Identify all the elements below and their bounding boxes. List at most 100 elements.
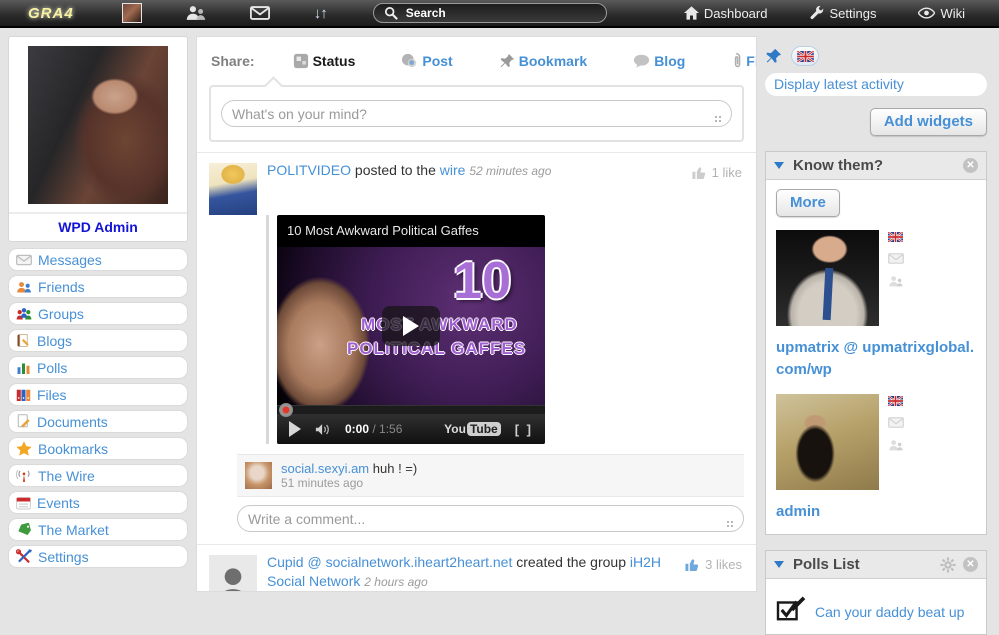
add-friend-icon[interactable] xyxy=(888,439,904,451)
pushpin-icon[interactable] xyxy=(765,48,782,65)
nav-wiki[interactable]: Wiki xyxy=(918,6,965,21)
tab-blog[interactable]: Blog xyxy=(633,52,685,69)
paperclip-icon xyxy=(731,52,742,69)
avatar[interactable] xyxy=(209,555,257,591)
author-link[interactable]: Cupid @ socialnetwork.iheart2heart.net xyxy=(267,554,512,570)
nav-settings-label: Settings xyxy=(829,5,877,21)
display-latest-activity[interactable]: Display latest activity xyxy=(765,73,987,96)
sidebar-item-messages[interactable]: Messages xyxy=(8,248,188,271)
sidebar-item-friends[interactable]: Friends xyxy=(8,275,188,298)
feed-item-text: POLITVIDEO posted to the wire 52 minutes… xyxy=(267,161,744,180)
current-time: 0:00 xyxy=(345,422,370,436)
scrubber-handle[interactable] xyxy=(279,403,293,417)
profile-name-link[interactable]: upmatrix @ upmatrixglobal.com/wp xyxy=(776,337,976,381)
tab-post[interactable]: Post xyxy=(401,52,453,69)
resize-grip[interactable] xyxy=(725,515,733,523)
sidebar-item-groups[interactable]: Groups xyxy=(8,302,188,325)
add-friend-icon[interactable] xyxy=(888,275,904,287)
progress-bar[interactable] xyxy=(277,403,545,417)
tab-label: Blog xyxy=(654,52,686,69)
feed-item-cupid: Cupid @ socialnetwork.iheart2heart.net c… xyxy=(197,545,756,591)
poll-link[interactable]: Can your daddy beat up xyxy=(815,596,964,620)
site-logo[interactable]: GRA4 xyxy=(28,5,74,22)
target-link[interactable]: wire xyxy=(440,162,466,178)
sidebar-item-label: Blogs xyxy=(37,332,73,349)
comment-avatar[interactable] xyxy=(245,462,272,489)
search-input[interactable]: Search xyxy=(372,3,607,23)
friends-nav-button[interactable] xyxy=(186,5,206,21)
sidebar-item-bookmarks[interactable]: Bookmarks xyxy=(8,437,188,460)
messages-nav-button[interactable] xyxy=(249,6,270,20)
navbar-avatar[interactable] xyxy=(121,3,142,23)
profile-photo[interactable] xyxy=(776,393,879,490)
comment: social.sexyi.am huh ! =) 51 minutes ago xyxy=(237,454,744,497)
suggested-profile xyxy=(776,393,976,490)
gear-icon[interactable] xyxy=(940,557,956,573)
sidebar-item-documents[interactable]: Documents xyxy=(8,410,188,433)
widget-know-them: Know them? ✕ More upmatrix @ upmatrixglo… xyxy=(765,151,987,536)
play-button[interactable] xyxy=(382,306,440,346)
profile-photo[interactable] xyxy=(776,230,879,326)
sidebar-item-polls[interactable]: Polls xyxy=(8,356,188,379)
video-title[interactable]: 10 Most Awkward Political Gaffes xyxy=(277,215,545,247)
profile-photo[interactable] xyxy=(28,46,168,204)
resize-grip[interactable] xyxy=(713,110,721,118)
profile-name[interactable]: WPD Admin xyxy=(9,212,187,241)
youtube-logo[interactable]: You Tube xyxy=(444,422,501,436)
nav-wiki-label: Wiki xyxy=(940,5,965,21)
tab-bookmark[interactable]: Bookmark xyxy=(499,52,587,69)
feed-item-politvideo: POLITVIDEO posted to the wire 52 minutes… xyxy=(197,153,756,544)
sidebar-item-blogs[interactable]: Blogs xyxy=(8,329,188,352)
video-player[interactable]: 10 Most Awkward Political Gaffes 10 MOST… xyxy=(277,215,545,444)
nav-settings[interactable]: Settings xyxy=(809,5,877,21)
fullscreen-icon[interactable]: [ ] xyxy=(515,422,533,437)
close-icon[interactable]: ✕ xyxy=(963,158,978,173)
duration: / 1:56 xyxy=(372,422,403,436)
control-play-icon[interactable] xyxy=(289,421,301,437)
status-input[interactable]: What's on your mind? xyxy=(221,100,732,127)
avatar[interactable] xyxy=(209,163,257,215)
nav-dashboard[interactable]: Dashboard xyxy=(683,6,767,21)
like-counter[interactable]: 3 likes xyxy=(684,557,742,572)
timestamp: 52 minutes ago xyxy=(469,164,552,178)
search-placeholder: Search xyxy=(405,6,446,20)
send-message-icon[interactable] xyxy=(888,253,904,264)
sidebar-item-the-market[interactable]: The Market xyxy=(8,518,188,541)
add-widgets-row: Add widgets xyxy=(765,108,987,136)
activity-nav-button[interactable]: ↓↑ xyxy=(313,4,328,22)
sidebar-item-files[interactable]: Files xyxy=(8,383,188,406)
close-icon[interactable]: ✕ xyxy=(963,557,978,573)
mail-icon xyxy=(249,6,270,20)
language-flag-button[interactable] xyxy=(791,46,819,66)
widget-header: Polls List ✕ xyxy=(766,551,986,580)
share-label: Share: xyxy=(211,52,255,69)
collapse-icon[interactable] xyxy=(774,162,784,169)
sort-arrows-icon: ↓↑ xyxy=(313,4,328,22)
comment-author-link[interactable]: social.sexyi.am xyxy=(281,461,369,476)
top-navbar: GRA4 ↓↑ Search Dashboard Settings Wiki xyxy=(0,0,999,28)
sidebar-item-events[interactable]: Events xyxy=(8,491,188,514)
profile-name-link[interactable]: admin xyxy=(776,501,976,523)
uk-flag-icon xyxy=(888,232,904,242)
tab-file[interactable]: File xyxy=(731,52,756,69)
volume-icon[interactable] xyxy=(315,423,331,436)
video-thumbnail[interactable]: 10 MOST AWKWARD POLITICAL GAFFES xyxy=(277,247,545,405)
comment-body: social.sexyi.am huh ! =) 51 minutes ago xyxy=(281,461,736,490)
collapse-icon[interactable] xyxy=(774,561,784,569)
left-sidebar: WPD Admin Messages Friends Groups Blogs … xyxy=(8,36,188,568)
speech-bubble-icon xyxy=(633,54,650,68)
author-link[interactable]: POLITVIDEO xyxy=(267,162,351,178)
more-button[interactable]: More xyxy=(776,189,840,217)
comment-input[interactable]: Write a comment... xyxy=(237,505,744,532)
sidebar-item-the-wire[interactable]: The Wire xyxy=(8,464,188,487)
like-counter[interactable]: 1 like xyxy=(691,165,742,180)
widget-body: Can your daddy beat up xyxy=(766,579,986,634)
send-message-icon[interactable] xyxy=(888,416,904,428)
thumbs-up-icon xyxy=(684,557,700,572)
poll-item: Can your daddy beat up xyxy=(776,596,976,622)
tab-label: File xyxy=(746,52,756,69)
tab-status[interactable]: Status xyxy=(293,52,355,69)
poll-check-icon xyxy=(776,596,806,622)
add-widgets-button[interactable]: Add widgets xyxy=(869,108,987,136)
sidebar-item-settings[interactable]: Settings xyxy=(8,545,188,568)
